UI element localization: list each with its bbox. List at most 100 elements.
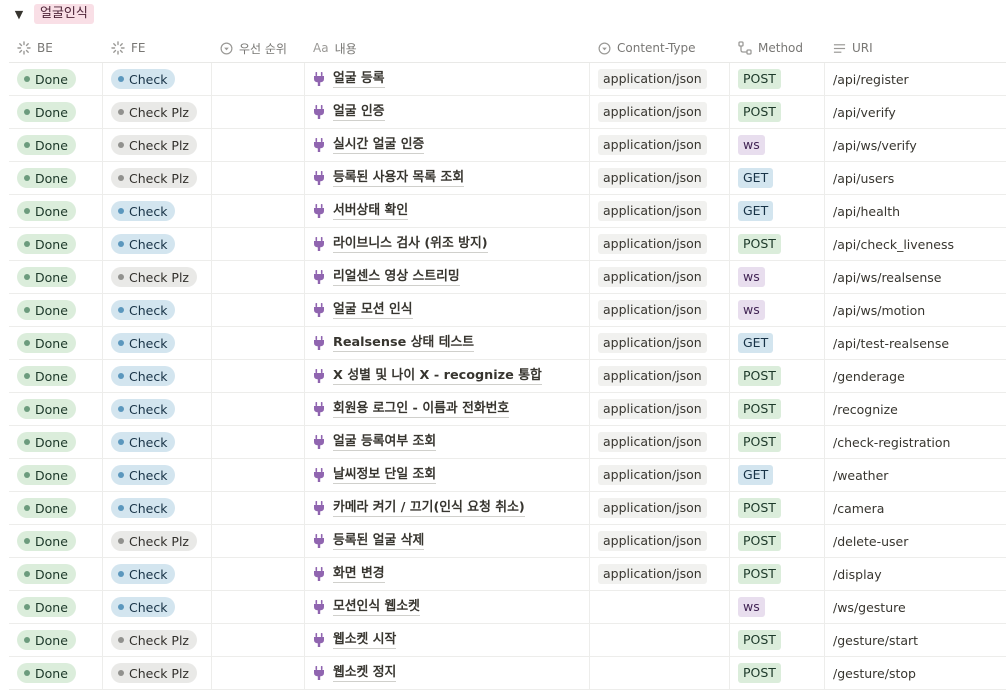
uri-cell[interactable]: /camera (825, 492, 1006, 524)
priority-cell[interactable] (212, 327, 305, 359)
be-status-cell[interactable]: Done (9, 327, 103, 359)
uri-cell[interactable]: /api/health (825, 195, 1006, 227)
content-cell[interactable]: 웹소켓 시작 (305, 624, 590, 656)
content-cell[interactable]: 실시간 얼굴 인증 (305, 129, 590, 161)
be-status-cell[interactable]: Done (9, 492, 103, 524)
uri-cell[interactable]: /delete-user (825, 525, 1006, 557)
uri-cell[interactable]: /api/ws/realsense (825, 261, 1006, 293)
priority-cell[interactable] (212, 63, 305, 95)
page-link[interactable]: 웹소켓 정지 (313, 665, 397, 682)
priority-cell[interactable] (212, 162, 305, 194)
fe-status-cell[interactable]: Check (103, 294, 212, 326)
priority-cell[interactable] (212, 294, 305, 326)
be-status-cell[interactable]: Done (9, 657, 103, 689)
content-type-cell[interactable]: application/json (590, 492, 730, 524)
content-type-cell[interactable]: application/json (590, 261, 730, 293)
page-link[interactable]: X 성별 및 나이 X - recognize 통합 (313, 368, 542, 385)
content-cell[interactable]: 리얼센스 영상 스트리밍 (305, 261, 590, 293)
method-cell[interactable]: POST (730, 426, 825, 458)
method-cell[interactable]: POST (730, 492, 825, 524)
column-header-content-type[interactable]: Content-Type (590, 34, 730, 62)
page-link[interactable]: 등록된 얼굴 삭제 (313, 533, 425, 550)
content-type-cell[interactable]: application/json (590, 228, 730, 260)
group-label[interactable]: 얼굴인식 (34, 4, 94, 24)
collapse-caret-icon[interactable]: ▼ (14, 8, 24, 21)
content-cell[interactable]: 등록된 사용자 목록 조회 (305, 162, 590, 194)
content-type-cell[interactable]: application/json (590, 459, 730, 491)
fe-status-cell[interactable]: Check (103, 492, 212, 524)
content-cell[interactable]: 라이브니스 검사 (위조 방지) (305, 228, 590, 260)
content-type-cell[interactable]: application/json (590, 63, 730, 95)
fe-status-cell[interactable]: Check Plz (103, 624, 212, 656)
content-type-cell[interactable]: application/json (590, 294, 730, 326)
be-status-cell[interactable]: Done (9, 393, 103, 425)
priority-cell[interactable] (212, 624, 305, 656)
content-type-cell[interactable]: application/json (590, 426, 730, 458)
table-row[interactable]: Done Check Plz 실시간 얼굴 인증 application/json ws… (9, 129, 1006, 162)
page-link[interactable]: 실시간 얼굴 인증 (313, 137, 425, 154)
be-status-cell[interactable]: Done (9, 129, 103, 161)
method-cell[interactable]: GET (730, 327, 825, 359)
content-cell[interactable]: 얼굴 인증 (305, 96, 590, 128)
uri-cell[interactable]: /genderage (825, 360, 1006, 392)
method-cell[interactable]: ws (730, 294, 825, 326)
content-type-cell[interactable]: application/json (590, 195, 730, 227)
uri-cell[interactable]: /gesture/start (825, 624, 1006, 656)
priority-cell[interactable] (212, 459, 305, 491)
uri-cell[interactable]: /api/ws/verify (825, 129, 1006, 161)
be-status-cell[interactable]: Done (9, 426, 103, 458)
fe-status-cell[interactable]: Check (103, 459, 212, 491)
content-type-cell[interactable]: application/json (590, 129, 730, 161)
table-row[interactable]: Done Check Plz 웹소켓 정지 POST/gesture/stop (9, 657, 1006, 690)
method-cell[interactable]: POST (730, 624, 825, 656)
column-header-priority[interactable]: 우선 순위 (212, 34, 305, 62)
content-cell[interactable]: 등록된 얼굴 삭제 (305, 525, 590, 557)
content-type-cell[interactable]: application/json (590, 162, 730, 194)
page-link[interactable]: 등록된 사용자 목록 조회 (313, 170, 465, 187)
page-link[interactable]: 서버상태 확인 (313, 203, 409, 220)
column-header-content[interactable]: Aa 내용 (305, 34, 590, 62)
page-link[interactable]: 얼굴 인증 (313, 104, 385, 121)
method-cell[interactable]: POST (730, 393, 825, 425)
priority-cell[interactable] (212, 228, 305, 260)
fe-status-cell[interactable]: Check (103, 591, 212, 623)
page-link[interactable]: 화면 변경 (313, 566, 385, 583)
priority-cell[interactable] (212, 195, 305, 227)
content-type-cell[interactable] (590, 624, 730, 656)
be-status-cell[interactable]: Done (9, 294, 103, 326)
fe-status-cell[interactable]: Check (103, 327, 212, 359)
column-header-method[interactable]: Method (730, 34, 825, 62)
fe-status-cell[interactable]: Check (103, 393, 212, 425)
be-status-cell[interactable]: Done (9, 525, 103, 557)
table-row[interactable]: Done Check 회원용 로그인 - 이름과 전화번호 application/j… (9, 393, 1006, 426)
uri-cell[interactable]: /display (825, 558, 1006, 590)
fe-status-cell[interactable]: Check (103, 360, 212, 392)
content-cell[interactable]: 화면 변경 (305, 558, 590, 590)
column-header-uri[interactable]: URI (825, 34, 1006, 62)
priority-cell[interactable] (212, 129, 305, 161)
page-link[interactable]: 얼굴 등록여부 조회 (313, 434, 437, 451)
method-cell[interactable]: POST (730, 525, 825, 557)
fe-status-cell[interactable]: Check (103, 426, 212, 458)
content-type-cell[interactable]: application/json (590, 96, 730, 128)
method-cell[interactable]: GET (730, 195, 825, 227)
content-type-cell[interactable] (590, 591, 730, 623)
table-row[interactable]: Done Check 날씨정보 단일 조회 application/json GET/w… (9, 459, 1006, 492)
page-link[interactable]: 얼굴 모션 인식 (313, 302, 413, 319)
content-cell[interactable]: 카메라 켜기 / 끄기(인식 요청 취소) (305, 492, 590, 524)
content-type-cell[interactable]: application/json (590, 360, 730, 392)
priority-cell[interactable] (212, 558, 305, 590)
table-row[interactable]: Done Check Plz 등록된 얼굴 삭제 application/json PO… (9, 525, 1006, 558)
method-cell[interactable]: ws (730, 129, 825, 161)
method-cell[interactable]: GET (730, 162, 825, 194)
uri-cell[interactable]: /recognize (825, 393, 1006, 425)
priority-cell[interactable] (212, 261, 305, 293)
uri-cell[interactable]: /check-registration (825, 426, 1006, 458)
table-row[interactable]: Done Check Plz 얼굴 인증 application/json POST/a… (9, 96, 1006, 129)
uri-cell[interactable]: /weather (825, 459, 1006, 491)
fe-status-cell[interactable]: Check (103, 63, 212, 95)
content-type-cell[interactable]: application/json (590, 558, 730, 590)
fe-status-cell[interactable]: Check (103, 558, 212, 590)
priority-cell[interactable] (212, 96, 305, 128)
content-cell[interactable]: 회원용 로그인 - 이름과 전화번호 (305, 393, 590, 425)
